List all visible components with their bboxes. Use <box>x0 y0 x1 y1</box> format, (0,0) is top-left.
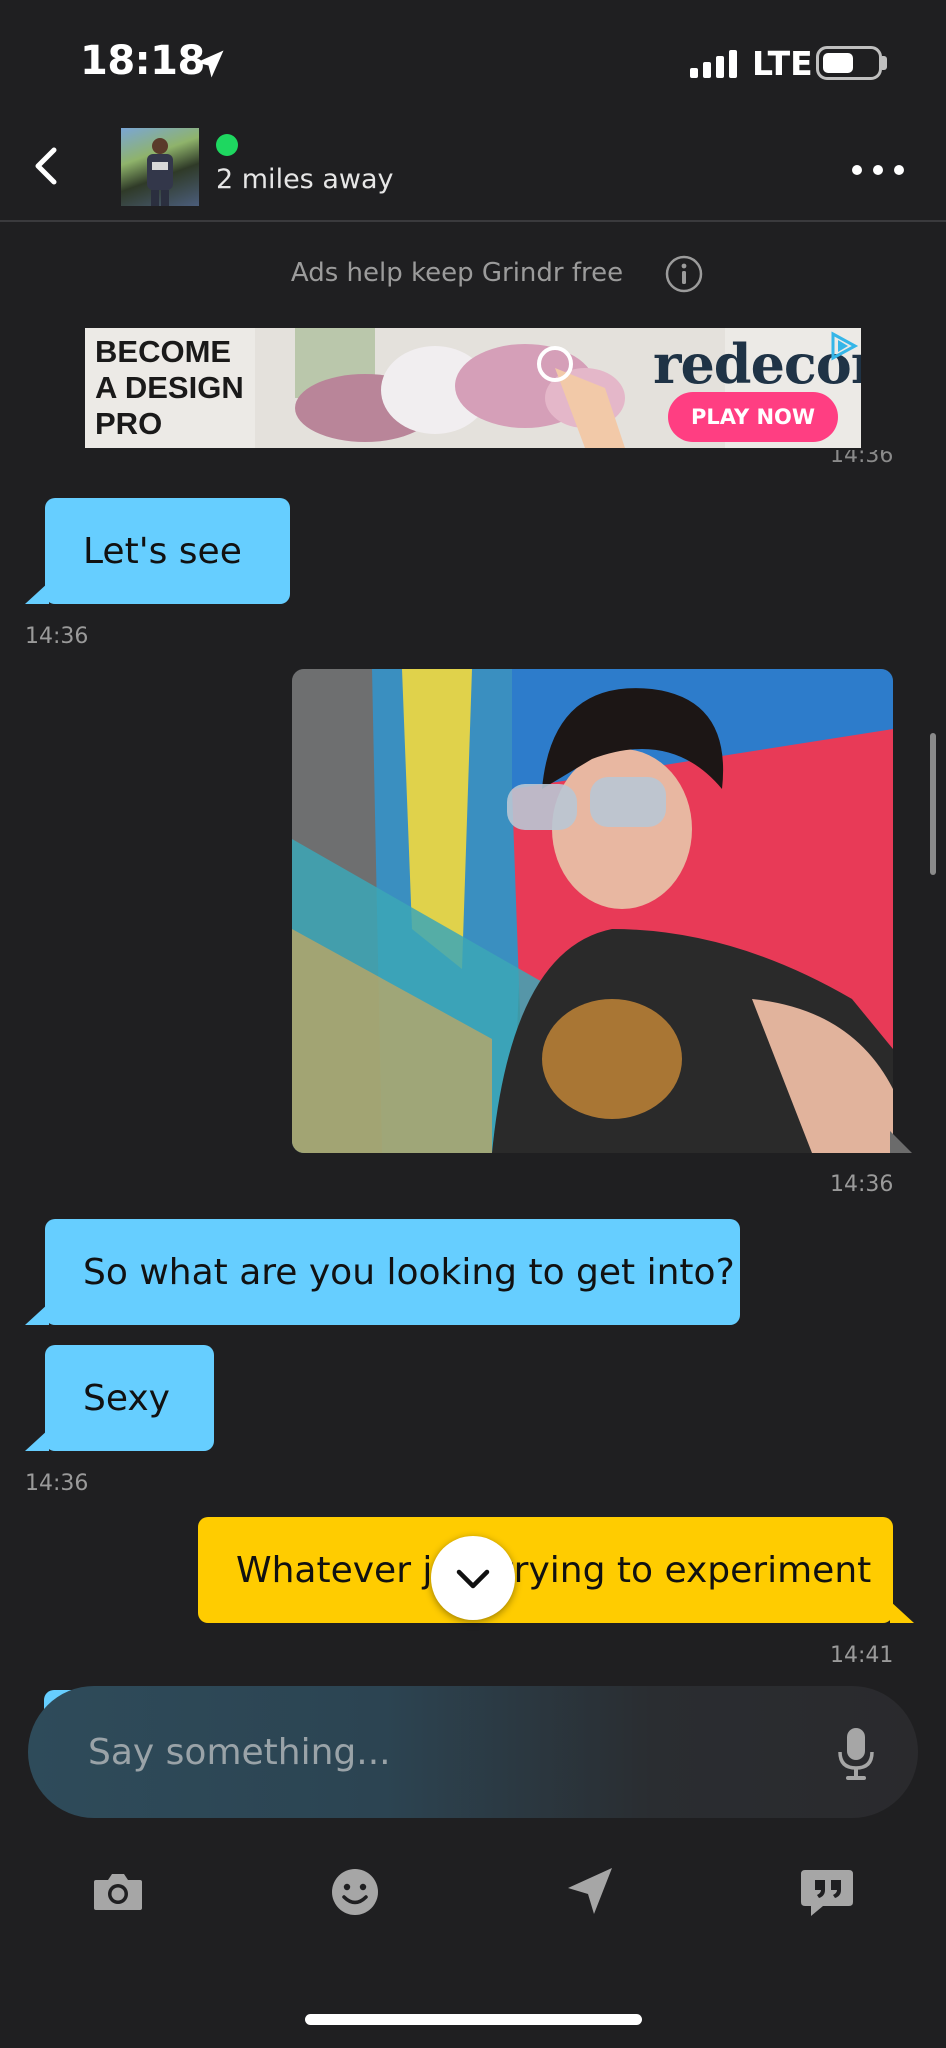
network-type: LTE <box>752 44 813 83</box>
status-bar: 18:18 LTE <box>0 0 946 130</box>
message-bubble-outgoing[interactable]: Whatever just trying to experiment <box>198 1517 893 1623</box>
ad-headline: BECOME A DESIGN PRO <box>95 334 244 441</box>
home-indicator[interactable] <box>305 2014 642 2025</box>
avatar[interactable] <box>121 128 199 206</box>
ad-note-text: Ads help keep Grindr free <box>290 258 624 288</box>
avatar-person <box>147 138 173 206</box>
scroll-indicator[interactable] <box>930 733 936 875</box>
battery-cap <box>882 56 887 70</box>
message-timestamp: 14:41 <box>830 1643 894 1668</box>
saved-phrases-icon[interactable] <box>797 1862 857 1922</box>
photo-image <box>292 669 893 1153</box>
info-icon[interactable] <box>664 254 704 294</box>
chat-header: 2 miles away <box>0 122 946 222</box>
camera-icon[interactable] <box>88 1862 148 1922</box>
back-icon[interactable] <box>16 136 76 196</box>
location-icon[interactable] <box>560 1862 620 1922</box>
mic-icon[interactable] <box>836 1726 876 1782</box>
message-text: Let's see <box>83 530 242 572</box>
message-bubble-incoming[interactable]: So what are you looking to get into? <box>45 1219 740 1325</box>
status-time: 18:18 <box>80 38 205 84</box>
more-options-button[interactable] <box>852 162 904 178</box>
signal-icon <box>690 50 737 78</box>
chevron-down-icon <box>456 1569 490 1589</box>
message-timestamp: 14:36 <box>830 1172 894 1197</box>
bubble-tail <box>25 1429 49 1451</box>
message-text: Whatever just trying to experiment <box>236 1549 872 1591</box>
battery-icon <box>816 46 882 80</box>
bubble-tail <box>890 1131 912 1153</box>
timestamp-partial: 14:36 <box>830 450 894 468</box>
ad-choices-icon[interactable] <box>827 330 859 362</box>
message-timestamp: 14:36 <box>25 624 89 649</box>
photo-message[interactable] <box>292 669 893 1153</box>
location-arrow-icon <box>196 50 224 78</box>
chat-toolbar <box>0 1862 946 1926</box>
online-status-dot <box>216 134 238 156</box>
bubble-tail <box>890 1601 914 1623</box>
bubble-tail <box>25 1303 49 1325</box>
ad-note: Ads help keep Grindr free <box>0 258 946 288</box>
message-composer <box>28 1686 918 1818</box>
message-text: Sexy <box>83 1377 170 1419</box>
emoji-icon[interactable] <box>325 1862 385 1922</box>
message-bubble-incoming[interactable]: Sexy <box>45 1345 214 1451</box>
message-text: So what are you looking to get into? <box>83 1251 735 1293</box>
message-timestamp: 14:36 <box>25 1471 89 1496</box>
ad-play-now-button[interactable]: PLAY NOW <box>668 392 838 442</box>
distance-label: 2 miles away <box>216 164 394 195</box>
ad-banner[interactable]: BECOME A DESIGN PRO redecor PLAY NOW <box>85 328 861 448</box>
more-icon <box>852 165 862 175</box>
message-bubble-incoming[interactable]: Let's see <box>45 498 290 604</box>
scroll-to-bottom-button[interactable] <box>431 1536 515 1620</box>
message-input[interactable] <box>88 1686 788 1818</box>
